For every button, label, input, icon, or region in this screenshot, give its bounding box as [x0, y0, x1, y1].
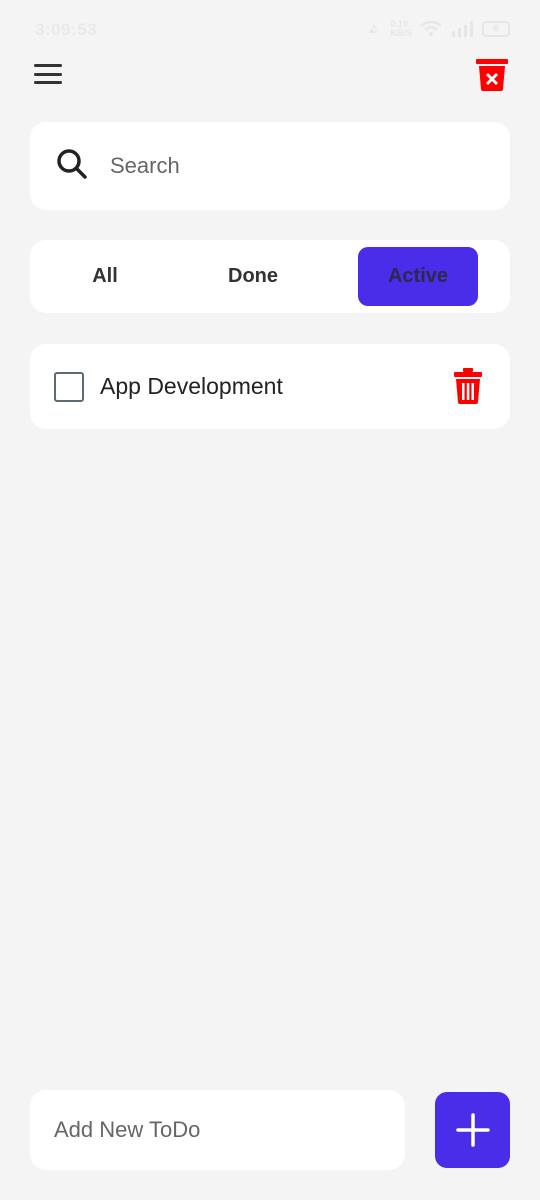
mute-icon: [367, 22, 382, 36]
search-icon: [57, 149, 87, 179]
trash-icon[interactable]: [454, 368, 482, 404]
signal-icon: [452, 21, 473, 37]
todo-checkbox[interactable]: [54, 372, 84, 402]
add-todo-button[interactable]: [435, 1092, 510, 1168]
add-todo-input[interactable]: [30, 1090, 405, 1170]
wifi-icon: [420, 21, 442, 36]
hamburger-menu-icon[interactable]: [34, 62, 62, 86]
battery-icon: 8: [482, 21, 510, 37]
delete-all-icon[interactable]: [474, 56, 510, 92]
tab-active[interactable]: Active: [358, 247, 478, 306]
status-icons: 0.10 KB/S 8: [366, 20, 510, 38]
menu-line: [34, 72, 62, 76]
menu-line: [34, 81, 62, 84]
menu-line: [34, 64, 62, 67]
tab-all[interactable]: All: [45, 247, 165, 306]
todo-title: App Development: [100, 373, 283, 399]
filter-tabs: All Done Active: [30, 240, 510, 313]
plus-icon: [455, 1113, 490, 1147]
search-input[interactable]: [110, 146, 490, 186]
tab-done[interactable]: Done: [193, 247, 313, 306]
status-time: 3:09:53: [35, 20, 98, 39]
todo-item: App Development: [30, 344, 510, 429]
status-bar: 3:09:53 0.10 KB/S 8: [0, 0, 540, 60]
network-speed: 0.10 KB/S: [390, 19, 412, 38]
